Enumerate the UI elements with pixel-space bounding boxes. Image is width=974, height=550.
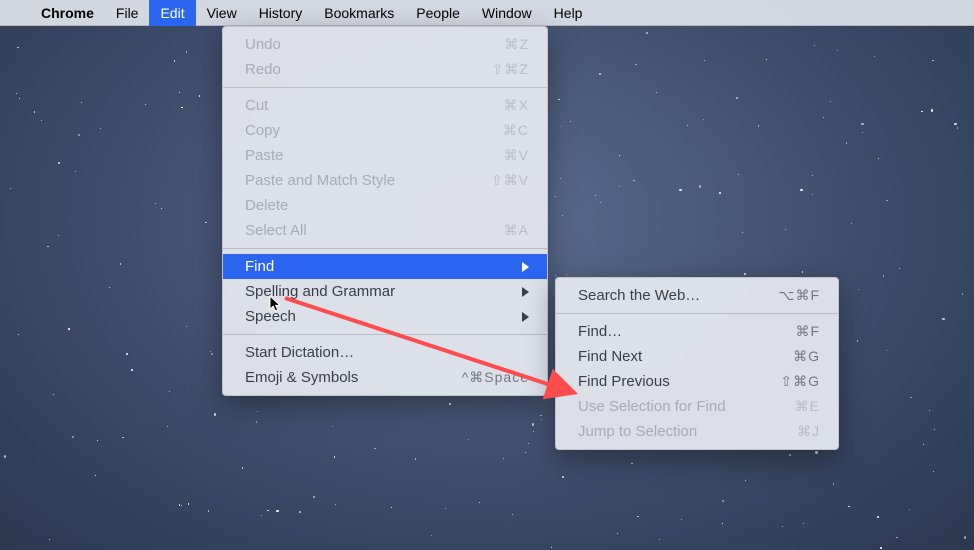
menu-separator [223, 248, 547, 249]
menu-item-search-web[interactable]: Search the Web… ⌥⌘F [556, 283, 838, 308]
menu-item-label: Spelling and Grammar [245, 283, 395, 300]
menu-separator [556, 313, 838, 314]
menu-file[interactable]: File [105, 0, 150, 26]
menu-item-copy[interactable]: Copy ⌘C [223, 118, 547, 143]
menu-item-label: Copy [245, 122, 280, 139]
menu-help[interactable]: Help [543, 0, 594, 26]
menu-item-find-previous[interactable]: Find Previous ⇧⌘G [556, 369, 838, 394]
menu-item-shortcut: ⌥⌘F [760, 287, 820, 304]
menu-item-redo[interactable]: Redo ⇧⌘Z [223, 57, 547, 82]
menu-item-label: Redo [245, 61, 281, 78]
menu-item-label: Find Previous [578, 373, 670, 390]
menu-item-select-all[interactable]: Select All ⌘A [223, 218, 547, 243]
menu-item-shortcut: ⌘V [469, 147, 529, 164]
menu-item-label: Cut [245, 97, 268, 114]
menu-item-find-next[interactable]: Find Next ⌘G [556, 344, 838, 369]
menu-item-shortcut: ⌘J [760, 423, 820, 440]
menu-item-shortcut: ⌘C [469, 122, 529, 139]
menu-item-undo[interactable]: Undo ⌘Z [223, 32, 547, 57]
edit-menu-dropdown: Undo ⌘Z Redo ⇧⌘Z Cut ⌘X Copy ⌘C Paste ⌘V… [222, 26, 548, 396]
menu-item-shortcut: ⇧⌘Z [469, 61, 529, 78]
menubar: Chrome File Edit View History Bookmarks … [0, 0, 974, 26]
mouse-cursor-icon [269, 295, 283, 313]
menu-item-label: Paste and Match Style [245, 172, 395, 189]
menu-item-find[interactable]: Find [223, 254, 547, 279]
app-menu[interactable]: Chrome [30, 0, 105, 26]
menu-item-paste-match[interactable]: Paste and Match Style ⇧⌘V [223, 168, 547, 193]
menu-item-shortcut: ⌘Z [469, 36, 529, 53]
submenu-arrow-icon [522, 287, 529, 297]
menu-item-label: Paste [245, 147, 283, 164]
menu-item-shortcut: ^⌘Space [462, 369, 529, 386]
menu-item-paste[interactable]: Paste ⌘V [223, 143, 547, 168]
menu-bookmarks[interactable]: Bookmarks [313, 0, 405, 26]
menu-separator [223, 334, 547, 335]
menu-item-shortcut: ⌘A [469, 222, 529, 239]
menu-item-delete[interactable]: Delete [223, 193, 547, 218]
menu-item-label: Start Dictation… [245, 344, 354, 361]
menu-people[interactable]: People [405, 0, 471, 26]
submenu-arrow-icon [522, 262, 529, 272]
menu-item-shortcut: ⌘F [760, 323, 820, 340]
menu-history[interactable]: History [248, 0, 314, 26]
menu-view[interactable]: View [196, 0, 248, 26]
menu-item-label: Select All [245, 222, 307, 239]
find-submenu: Search the Web… ⌥⌘F Find… ⌘F Find Next ⌘… [555, 277, 839, 450]
menu-window[interactable]: Window [471, 0, 543, 26]
menu-item-use-selection[interactable]: Use Selection for Find ⌘E [556, 394, 838, 419]
menu-item-shortcut: ⌘E [760, 398, 820, 415]
menu-item-label: Delete [245, 197, 288, 214]
menu-item-shortcut: ⇧⌘G [760, 373, 820, 390]
menu-item-cut[interactable]: Cut ⌘X [223, 93, 547, 118]
menu-item-shortcut: ⌘G [760, 348, 820, 365]
menu-item-jump-selection[interactable]: Jump to Selection ⌘J [556, 419, 838, 444]
menu-item-label: Use Selection for Find [578, 398, 726, 415]
menu-item-find-dialog[interactable]: Find… ⌘F [556, 319, 838, 344]
menu-item-label: Search the Web… [578, 287, 700, 304]
submenu-arrow-icon [522, 312, 529, 322]
menu-item-dictation[interactable]: Start Dictation… [223, 340, 547, 365]
menu-item-label: Emoji & Symbols [245, 369, 358, 386]
menu-edit[interactable]: Edit [149, 0, 195, 26]
menu-item-label: Undo [245, 36, 281, 53]
menu-item-label: Find… [578, 323, 622, 340]
menu-item-label: Find [245, 258, 274, 275]
menu-item-shortcut: ⌘X [469, 97, 529, 114]
menu-item-label: Jump to Selection [578, 423, 697, 440]
menu-separator [223, 87, 547, 88]
menu-item-emoji[interactable]: Emoji & Symbols ^⌘Space [223, 365, 547, 390]
menu-item-label: Find Next [578, 348, 642, 365]
menu-item-shortcut: ⇧⌘V [469, 172, 529, 189]
